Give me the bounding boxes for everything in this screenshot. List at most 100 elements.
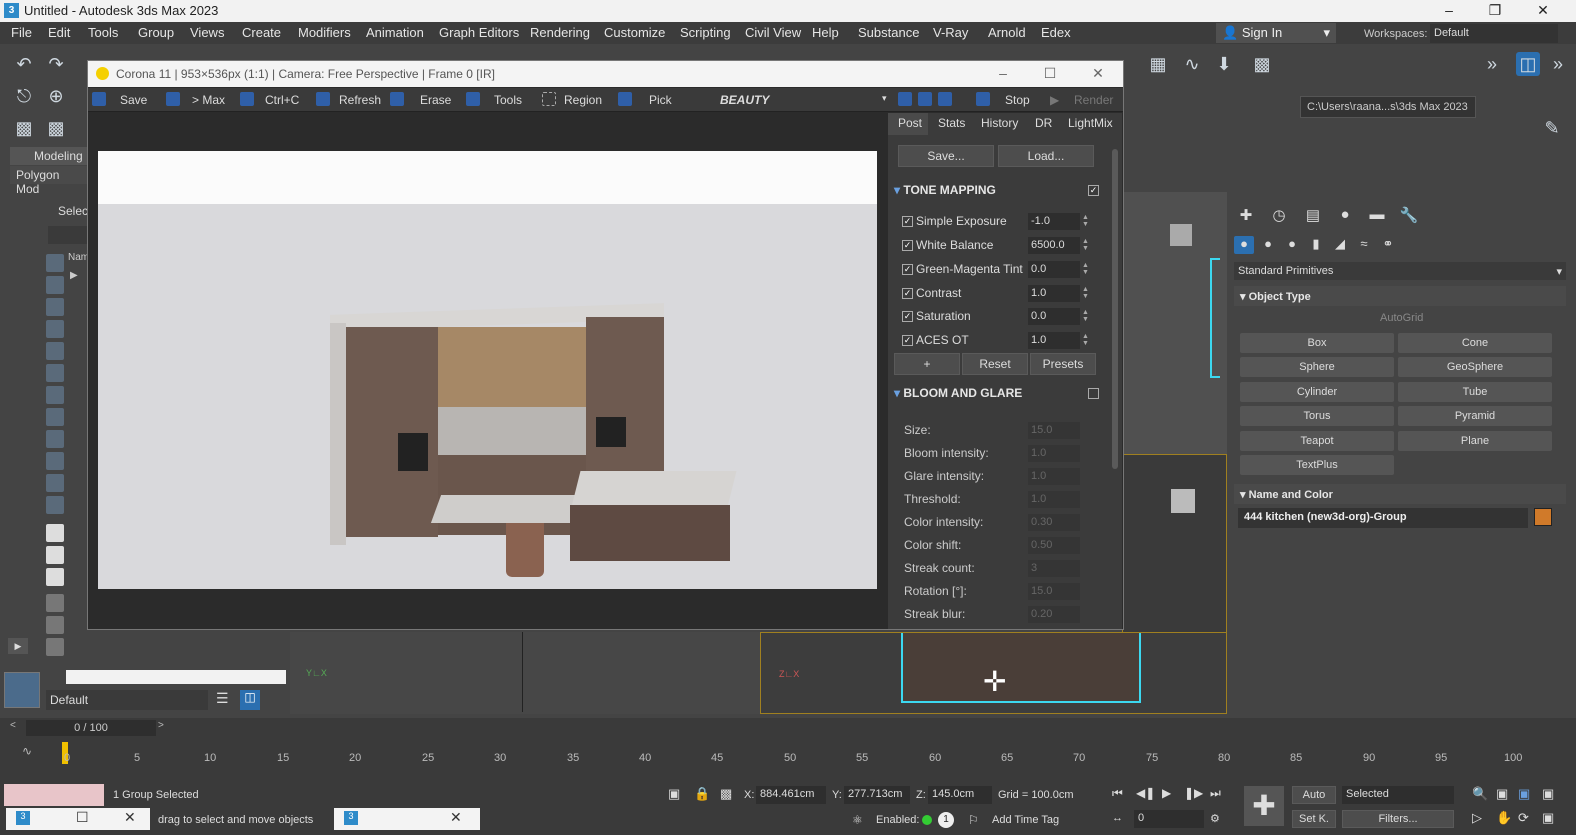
brush-icon[interactable]: ✎ [1540, 116, 1564, 140]
prev-key-icon[interactable]: ◀❚ [1136, 786, 1155, 800]
unlink-icon[interactable]: ⊕ [44, 84, 68, 108]
add-operator-button[interactable]: + [894, 353, 960, 375]
viewport-perspective[interactable]: Z∟X ✛ [760, 632, 1227, 714]
display-xrefs-icon[interactable] [46, 408, 64, 426]
simple-exposure-checkbox[interactable]: ✓ [902, 216, 913, 227]
layer-explorer-icon[interactable]: ▩ [44, 116, 68, 140]
absolute-mode-icon[interactable]: ▩ [720, 786, 732, 802]
display-groups-icon[interactable] [46, 386, 64, 404]
tab-stats[interactable]: Stats [938, 116, 965, 130]
vfb-minimize-button[interactable]: – [983, 65, 1023, 81]
menu-file[interactable]: File [11, 25, 32, 40]
maximize-button[interactable]: ❐ [1480, 2, 1510, 19]
filters-button[interactable]: Filters... [1342, 810, 1454, 828]
display-helpers-icon[interactable] [46, 342, 64, 360]
glare-intensity-field[interactable]: 1.0 [1028, 468, 1080, 485]
zoom-extents-all-icon[interactable]: ▣ [1542, 786, 1554, 802]
menu-customize[interactable]: Customize [604, 25, 665, 40]
pyramid-button[interactable]: Pyramid [1398, 406, 1552, 426]
tab-history[interactable]: History [981, 116, 1018, 130]
play-icon[interactable]: ▶ [1162, 786, 1171, 800]
add-time-tag-button[interactable]: Add Time Tag [992, 814, 1059, 826]
play-script-icon[interactable]: ▶ [8, 638, 28, 654]
post-load-button[interactable]: Load... [998, 145, 1094, 167]
menu-graph-editors[interactable]: Graph Editors [439, 25, 519, 40]
maximize-viewport-icon[interactable]: ▣ [1542, 810, 1554, 826]
key-mode-icon[interactable]: ↔ [1112, 812, 1123, 824]
menu-views[interactable]: Views [190, 25, 224, 40]
menu-vray[interactable]: V-Ray [933, 25, 968, 40]
display-invert-icon[interactable] [46, 568, 64, 586]
menu-edex[interactable]: Edex [1041, 25, 1071, 40]
menu-edit[interactable]: Edit [48, 25, 70, 40]
restore-icon[interactable]: ☐ [76, 809, 89, 826]
lock-selection-icon[interactable]: 🔒 [694, 786, 710, 802]
menu-civil-view[interactable]: Civil View [745, 25, 801, 40]
maxscript-listener-field[interactable] [4, 784, 104, 806]
layer-icon[interactable] [46, 638, 64, 656]
vfb-save-button[interactable]: Save [120, 93, 147, 107]
spinner-arrows-icon[interactable]: ▲ ▼ [1082, 309, 1090, 323]
redo-icon[interactable]: ↷ [44, 52, 68, 76]
vfb-maximize-button[interactable]: ☐ [1030, 65, 1070, 82]
vfb-stop-button[interactable]: Stop [1005, 93, 1030, 107]
chevron-down-icon[interactable]: ▾ [882, 93, 887, 104]
menu-substance[interactable]: Substance [858, 25, 919, 40]
viewcube-icon[interactable] [1170, 224, 1192, 246]
viewport-layout-icon[interactable] [4, 672, 40, 708]
filter-icon[interactable] [46, 594, 64, 612]
color-intensity-field[interactable]: 0.30 [1028, 514, 1080, 531]
green-magenta-field[interactable]: 0.0 [1028, 261, 1080, 278]
vfb-erase-button[interactable]: Erase [420, 93, 451, 107]
post-scrollbar[interactable] [1112, 149, 1118, 469]
layers-icon[interactable]: ☰ [216, 690, 234, 710]
display-containers-icon[interactable] [46, 452, 64, 470]
tone-mapping-header[interactable]: ▾ TONE MAPPING [894, 183, 996, 197]
display-all-icon[interactable] [46, 524, 64, 542]
cylinder-button[interactable]: Cylinder [1240, 382, 1394, 402]
tube-button[interactable]: Tube [1398, 382, 1552, 402]
auto-key-button[interactable]: Auto [1292, 786, 1336, 804]
taskbar-item-3dsmax-2[interactable]: 3 ✕ [334, 808, 480, 830]
set-key-icon[interactable]: ✚ [1244, 786, 1284, 826]
zoom-icon[interactable]: 🔍 [1472, 786, 1488, 802]
streak-count-field[interactable]: 3 [1028, 560, 1080, 577]
spinner-arrows-icon[interactable]: ▲ ▼ [1082, 238, 1090, 252]
hierarchy-tab-icon[interactable]: ▤ [1302, 206, 1324, 224]
spinner-arrows-icon[interactable]: ▲ ▼ [1082, 333, 1090, 347]
spinner-arrows-icon[interactable]: ▲ ▼ [1082, 214, 1090, 228]
zoom-extents-icon[interactable]: ▣ [1518, 786, 1530, 802]
aces-ot-checkbox[interactable]: ✓ [902, 335, 913, 346]
saturation-checkbox[interactable]: ✓ [902, 311, 913, 322]
scene-search-field[interactable] [48, 226, 88, 244]
menu-rendering[interactable]: Rendering [530, 25, 590, 40]
reset-button[interactable]: Reset [962, 353, 1028, 375]
curve-editor-toggle-icon[interactable]: ∿ [22, 744, 32, 758]
curve-editor-icon[interactable]: ∿ [1180, 52, 1204, 76]
menu-modifiers[interactable]: Modifiers [298, 25, 351, 40]
display-none-icon[interactable] [46, 546, 64, 564]
vfb-close-button[interactable]: ✕ [1078, 65, 1118, 82]
zoom-out-icon[interactable] [918, 92, 932, 106]
schematic-view-icon[interactable]: ▦ [1146, 52, 1170, 76]
close-icon[interactable]: ✕ [124, 809, 136, 826]
helpers-icon[interactable]: ◢ [1330, 236, 1350, 254]
rendered-image[interactable] [98, 151, 877, 589]
expand-icon[interactable]: » [1546, 52, 1570, 76]
go-to-start-icon[interactable]: ⏮ [1112, 786, 1123, 801]
menu-group[interactable]: Group [138, 25, 174, 40]
tab-post-label[interactable]: Post [898, 116, 922, 130]
streak-blur-field[interactable]: 0.20 [1028, 606, 1080, 623]
field-of-view-icon[interactable]: ▷ [1472, 810, 1482, 826]
teapot-button[interactable]: Teapot [1240, 431, 1394, 451]
scene-explorer-select[interactable]: Selec [44, 202, 90, 222]
display-cameras-icon[interactable] [46, 320, 64, 338]
spinner-arrows-icon[interactable]: ▲ ▼ [1082, 286, 1090, 300]
tone-mapping-enable-checkbox[interactable]: ✓ [1088, 185, 1099, 196]
scene-explorer-icon[interactable]: ▩ [12, 116, 36, 140]
menu-tools[interactable]: Tools [88, 25, 118, 40]
save-scene-icon[interactable]: ◫ [1516, 52, 1540, 76]
menu-scripting[interactable]: Scripting [680, 25, 731, 40]
saturation-field[interactable]: 0.0 [1028, 308, 1080, 325]
object-category-dropdown[interactable]: Standard Primitives ▾ [1234, 262, 1566, 280]
